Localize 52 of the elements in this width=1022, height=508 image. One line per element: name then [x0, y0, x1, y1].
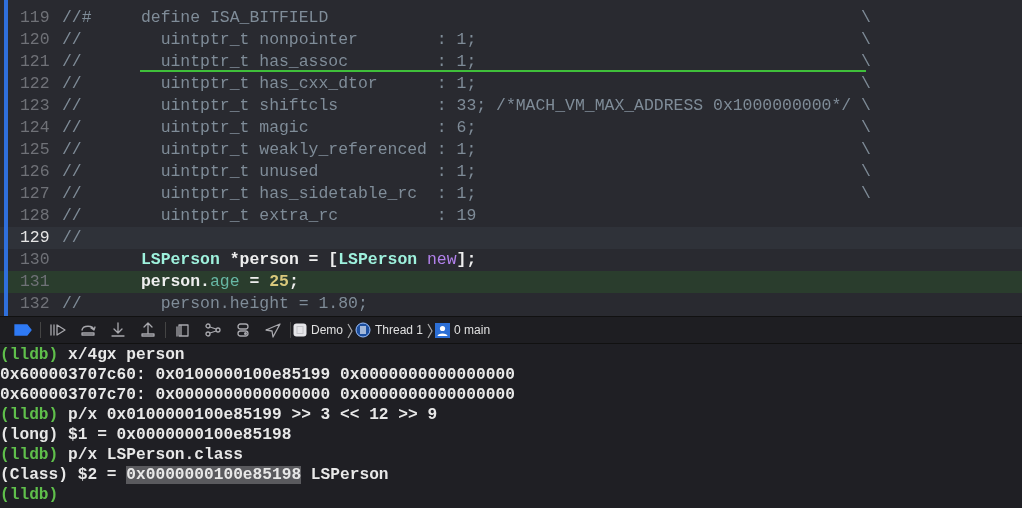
console-command: (lldb) p/x LSPerson.class [0, 445, 244, 465]
console-command: (lldb) x/4gx person [0, 345, 186, 365]
line-number: 120 [19, 29, 51, 51]
code-line: // uintptr_t weakly_referenced : 1; \ [62, 139, 871, 161]
code-line: person.age = 25; [139, 271, 299, 293]
line-number: 129 [19, 227, 51, 249]
console-output: (Class) $2 = 0x0000000100e85198 LSPerson [0, 465, 390, 485]
code-line: LSPerson *person = [LSPerson new]; [139, 249, 477, 271]
layers-icon[interactable] [174, 322, 192, 338]
chevron-icon [427, 322, 434, 339]
line-number: 127 [19, 183, 51, 205]
thread-icon [355, 322, 371, 338]
code-line: // uintptr_t shiftcls : 33; /*MACH_VM_MAX_ADDRESS 0x1000000000*/ \ [62, 95, 871, 117]
code-line: // person.height = 1.80; [62, 293, 368, 315]
code-line: // uintptr_t has_cxx_dtor : 1; \ [62, 73, 871, 95]
code-line: //# define ISA_BITFIELD \ [62, 7, 871, 29]
line-number: 123 [19, 95, 51, 117]
app-icon [293, 323, 307, 337]
code-line: // uintptr_t has_assoc : 1; \ [62, 51, 871, 73]
continue-icon[interactable] [49, 322, 67, 338]
code-line: // uintptr_t extra_rc : 19 [62, 205, 477, 227]
line-number: 125 [19, 139, 51, 161]
location-icon[interactable] [264, 322, 282, 338]
line-number: 126 [19, 161, 51, 183]
line-number: 128 [19, 205, 51, 227]
step-into-icon[interactable] [109, 322, 127, 338]
line-number: 119 [19, 7, 51, 29]
breadcrumb-item[interactable]: 0 main [454, 321, 491, 339]
line-number: 121 [19, 51, 51, 73]
toggles-icon[interactable] [234, 322, 252, 338]
breakpoint-icon[interactable] [14, 324, 32, 336]
console-output: 0x600003707c70: 0x0000000000000000 0x0000000000000000 [0, 385, 516, 405]
console-command: (lldb) p/x 0x0100000100e85199 >> 3 << 12 >> 9 [0, 405, 439, 425]
line-number: 122 [19, 73, 51, 95]
breadcrumb-item[interactable]: Thread 1 [375, 321, 424, 339]
console-output: (long) $1 = 0x0000000100e85198 [0, 425, 293, 445]
console-prompt: (lldb) [0, 485, 60, 505]
breadcrumb-item[interactable]: Demo [311, 321, 343, 339]
person-icon [435, 322, 451, 338]
code-line: // [62, 227, 82, 249]
code-line: // uintptr_t unused : 1; \ [62, 161, 871, 183]
console-output: 0x600003707c60: 0x0100000100e85199 0x0000000000000000 [0, 365, 516, 385]
step-out-icon[interactable] [139, 322, 157, 338]
line-number: 130 [19, 249, 51, 271]
line-number: 131 [19, 271, 51, 293]
code-line: // uintptr_t nonpointer : 1; \ [62, 29, 871, 51]
line-number: 124 [19, 117, 51, 139]
code-line: // uintptr_t has_sidetable_rc : 1; \ [62, 183, 871, 205]
line-number: 132 [19, 293, 51, 315]
chevron-icon [347, 322, 353, 339]
code-line: // uintptr_t magic : 6; \ [62, 117, 871, 139]
graph-icon[interactable] [204, 322, 222, 338]
